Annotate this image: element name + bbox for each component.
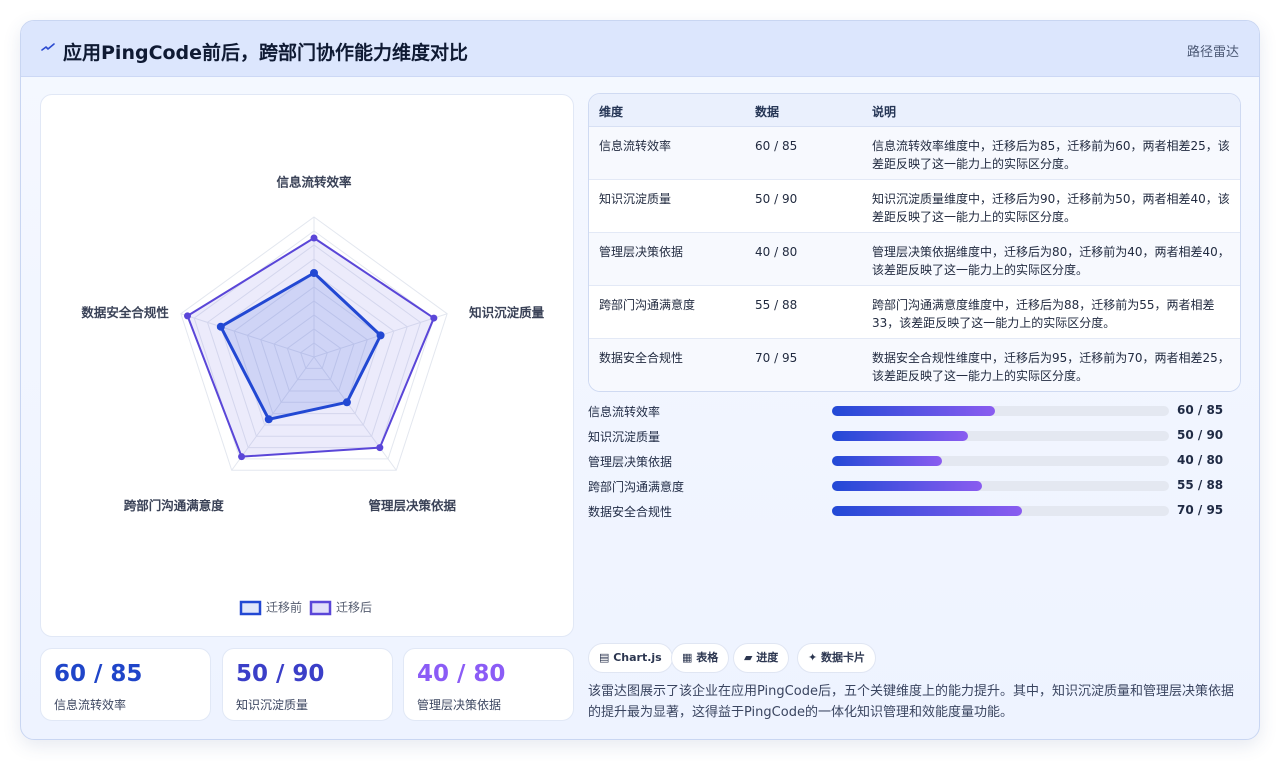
progress-value: 70 / 95 (1177, 503, 1224, 517)
table-row: 数据安全合规性 70 / 95 数据安全合规性维度中，迁移后为95，迁移前为70… (589, 339, 1240, 391)
page-title: 应用PingCode前后，跨部门协作能力维度对比 (63, 42, 469, 64)
stat-label: 知识沉淀质量 (236, 698, 309, 712)
progress-row: 数据安全合规性 70 / 95 (588, 501, 1241, 521)
cell-data: 60 / 85 (755, 139, 798, 153)
stat-label: 管理层决策依据 (417, 698, 502, 712)
cell-description: 跨部门沟通满意度维度中，迁移后为88，迁移前为55，两者相差33，该差距反映了这… (872, 298, 1215, 330)
data-point (376, 444, 384, 452)
cell-description: 知识沉淀质量维度中，迁移后为90，迁移前为50，两者相差40，该差距反映了这一能… (872, 192, 1230, 224)
progress-fill (832, 456, 942, 466)
data-point (184, 312, 192, 320)
table-row: 知识沉淀质量 50 / 90 知识沉淀质量维度中，迁移后为90，迁移前为50，两… (589, 180, 1240, 233)
cell-data: 40 / 80 (755, 245, 798, 259)
progress-value: 60 / 85 (1177, 403, 1224, 417)
column-header-data: 数据 (755, 105, 780, 119)
progress-fill (832, 431, 969, 441)
stat-card-3: 40 / 80 管理层决策依据 (403, 648, 574, 721)
stat-card-1: 60 / 85 信息流转效率 (40, 648, 211, 721)
summary-text: 该雷达图展示了该企业在应用PingCode后，五个关键维度上的能力提升。其中，知… (588, 684, 1234, 720)
progress-row: 管理层决策依据 40 / 80 (588, 451, 1241, 471)
axis-label: 跨部门沟通满意度 (124, 498, 225, 513)
progress-label: 知识沉淀质量 (588, 430, 661, 444)
progress-value: 40 / 80 (1177, 453, 1224, 467)
progress-label: 跨部门沟通满意度 (588, 480, 685, 494)
progress-track (832, 506, 1169, 516)
data-table: 维度 数据 说明 信息流转效率 60 / 85 信息流转效率维度中，迁移后为85… (588, 93, 1241, 392)
axis-label: 管理层决策依据 (369, 498, 457, 513)
legend-label: 迁移后 (336, 601, 372, 615)
progress-row: 跨部门沟通满意度 55 / 88 (588, 476, 1241, 496)
progress-fill (832, 481, 982, 491)
stat-label: 信息流转效率 (54, 698, 127, 712)
progress-track (832, 431, 1169, 441)
progress-label: 管理层决策依据 (588, 455, 673, 469)
table-row: 跨部门沟通满意度 55 / 88 跨部门沟通满意度维度中，迁移后为88，迁移前为… (589, 286, 1240, 339)
table-row: 管理层决策依据 40 / 80 管理层决策依据维度中，迁移后为80，迁移前为40… (589, 233, 1240, 286)
progress-list: 信息流转效率 60 / 85 知识沉淀质量 50 / 90 管理层决策依据 40… (588, 401, 1241, 521)
dashboard-card: 应用PingCode前后，跨部门协作能力维度对比 路径雷达 信息流转效率 知识沉淀… (20, 20, 1260, 740)
data-point (264, 415, 273, 424)
radar-chart-panel: 信息流转效率知识沉淀质量管理层决策依据 跨部门沟通满意度 数据安全合规性迁移前 迁移后 (40, 94, 574, 637)
cell-description: 数据安全合规性维度中，迁移后为95，迁移前为70，两者相差25，该差距反映了这一… (872, 351, 1230, 383)
legend-label: 迁移前 (266, 600, 302, 615)
progress-label: 数据安全合规性 (588, 505, 673, 519)
column-header-dimension: 维度 (599, 105, 624, 119)
stat-value: 40 / 80 (417, 661, 506, 687)
chip-chartjs[interactable]: ▤ Chart.js (588, 643, 673, 673)
data-point (376, 331, 385, 340)
table-row: 信息流转效率 60 / 85 信息流转效率维度中，迁移后为85，迁移前为60，两… (589, 127, 1240, 180)
legend-swatch (239, 600, 262, 616)
progress-value: 55 / 88 (1177, 478, 1224, 492)
data-point (310, 269, 318, 277)
cell-data: 50 / 90 (755, 192, 798, 206)
legend-swatch (309, 600, 332, 616)
cell-data: 70 / 95 (755, 351, 798, 365)
stat-value: 60 / 85 (54, 661, 143, 687)
progress-fill (832, 406, 996, 416)
progress-row: 信息流转效率 60 / 85 (588, 401, 1241, 421)
progress-fill (832, 506, 1023, 516)
table-header: 维度 数据 说明 (589, 94, 1240, 127)
chip-progress[interactable]: ▰ 进度 (733, 643, 790, 673)
cell-dimension: 数据安全合规性 (599, 351, 684, 365)
data-point (342, 398, 351, 407)
progress-track (832, 481, 1169, 491)
data-point (310, 234, 318, 242)
data-point (238, 453, 246, 461)
data-point (216, 322, 225, 331)
sparkle-icon (41, 43, 55, 51)
axis-label: 数据安全合规性 (80, 305, 169, 320)
axis-label: 信息流转效率 (276, 175, 352, 190)
cell-dimension: 跨部门沟通满意度 (599, 298, 696, 312)
stat-value: 50 / 90 (236, 661, 325, 687)
radar-chart: 信息流转效率知识沉淀质量管理层决策依据 跨部门沟通满意度 数据安全合规性迁移前 迁移后 (80, 175, 545, 616)
column-header-description: 说明 (872, 105, 897, 119)
cell-description: 信息流转效率维度中，迁移后为85，迁移前为60，两者相差25，该差距反映了这一能… (872, 139, 1230, 171)
progress-track (832, 406, 1169, 416)
header-bar: 应用PingCode前后，跨部门协作能力维度对比 路径雷达 (21, 21, 1259, 77)
axis-label: 知识沉淀质量 (468, 305, 545, 320)
data-point (430, 314, 438, 322)
cell-dimension: 信息流转效率 (599, 139, 672, 153)
cell-description: 管理层决策依据维度中，迁移后为80，迁移前为40，两者相差40，该差距反映了这一… (872, 245, 1230, 277)
chip-table[interactable]: ▦ 表格 (671, 643, 730, 673)
progress-label: 信息流转效率 (588, 405, 661, 419)
cell-dimension: 知识沉淀质量 (599, 192, 672, 206)
progress-row: 知识沉淀质量 50 / 90 (588, 426, 1241, 446)
chip-data-card[interactable]: ✦ 数据卡片 (797, 643, 877, 673)
chart-type-tag: 路径雷达 (1186, 45, 1239, 60)
progress-value: 50 / 90 (1177, 428, 1224, 442)
progress-track (832, 456, 1169, 466)
cell-dimension: 管理层决策依据 (599, 245, 684, 259)
cell-data: 55 / 88 (755, 298, 798, 312)
stat-card-2: 50 / 90 知识沉淀质量 (222, 648, 393, 721)
